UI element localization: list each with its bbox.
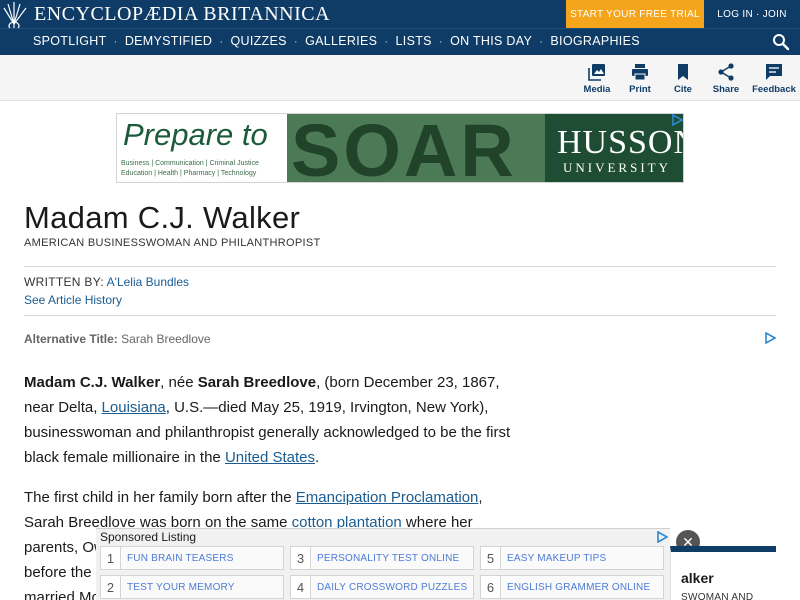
nav-quizzes[interactable]: QUIZZES [225, 34, 291, 48]
sponsored-item-label: ENGLISH GRAMMER ONLINE [507, 581, 651, 593]
cite-label: Cite [674, 84, 692, 95]
alternative-title: Alternative Title: Sarah Breedlove [24, 332, 211, 346]
byline: WRITTEN BY: A'Lelia Bundles [24, 275, 189, 289]
paragraph-text: . [315, 449, 320, 466]
sponsored-item-number: 3 [291, 547, 311, 569]
print-button[interactable]: Print [618, 63, 662, 95]
sponsored-item-number: 2 [101, 576, 121, 598]
ad-program-line: Business | Communication | Criminal Just… [121, 160, 259, 167]
adchoices-icon[interactable] [656, 531, 668, 543]
sponsored-listing-panel: Sponsored Listing 1 FUN BRAIN TEASERS 3 … [96, 528, 670, 600]
free-trial-button[interactable]: START YOUR FREE TRIAL [566, 0, 704, 28]
share-button[interactable]: Share [704, 63, 748, 95]
author-link[interactable]: A'Lelia Bundles [107, 275, 189, 289]
ad-program-line: Education | Health | Pharmacy | Technolo… [121, 170, 257, 177]
feedback-button[interactable]: Feedback [752, 63, 796, 95]
feedback-icon [766, 64, 782, 80]
nav-separator: · [539, 34, 544, 48]
advertisement-banner[interactable]: Prepare to Business | Communication | Cr… [116, 113, 684, 183]
sponsored-item[interactable]: 6 ENGLISH GRAMMER ONLINE [480, 575, 664, 599]
nav-on-this-day[interactable]: ON THIS DAY [445, 34, 537, 48]
page-title: Madam C.J. Walker [24, 200, 301, 235]
adchoices-icon[interactable] [671, 114, 683, 126]
article-paragraph-1: Madam C.J. Walker, née Sarah Breedlove, … [24, 370, 522, 470]
ad-husson-logo: HUSSON [557, 124, 683, 161]
ad-program-list: Business | Communication | Criminal Just… [121, 159, 289, 179]
link-louisiana[interactable]: Louisiana [102, 399, 166, 416]
sponsored-item-label: EASY MAKEUP TIPS [507, 552, 607, 564]
subject-name: Madam C.J. Walker [24, 374, 161, 391]
sponsored-item-label: TEST YOUR MEMORY [127, 581, 235, 593]
login-join-link[interactable]: LOG IN · JOIN [704, 0, 800, 28]
search-icon[interactable] [772, 33, 790, 51]
feedback-label: Feedback [752, 84, 796, 95]
nav-separator: · [384, 34, 389, 48]
share-icon [718, 63, 734, 81]
printer-icon [632, 64, 648, 81]
nav-separator: · [219, 34, 224, 48]
article-history-link[interactable]: See Article History [24, 293, 122, 307]
nav-spotlight[interactable]: SPOTLIGHT [28, 34, 112, 48]
link-united-states[interactable]: United States [225, 449, 315, 466]
media-button[interactable]: Media [575, 63, 619, 95]
adchoices-icon[interactable] [764, 332, 776, 344]
share-label: Share [712, 84, 740, 95]
paragraph-text: The first child in her family born after… [24, 489, 296, 506]
article-toolbar: Media Print Cite Share Feedback [0, 55, 800, 101]
ad-headline: Prepare to [123, 117, 268, 152]
nav-biographies[interactable]: BIOGRAPHIES [545, 34, 644, 48]
sponsored-item-number: 5 [481, 547, 501, 569]
paragraph-text: , née [160, 374, 198, 391]
divider [24, 266, 776, 267]
sponsored-item-number: 4 [291, 576, 311, 598]
page-subtitle: AMERICAN BUSINESSWOMAN AND PHILANTHROPIS… [24, 237, 321, 249]
sponsored-item[interactable]: 5 EASY MAKEUP TIPS [480, 546, 664, 570]
brand-wordmark[interactable]: ENCYCLOPÆDIA BRITANNICA [34, 3, 330, 26]
sponsored-item[interactable]: 2 TEST YOUR MEMORY [100, 575, 284, 599]
nav-separator: · [438, 34, 444, 48]
main-nav: SPOTLIGHT · DEMYSTIFIED · QUIZZES · GALL… [0, 28, 800, 55]
alternative-title-value: Sarah Breedlove [121, 332, 211, 346]
paragraph-text-line: married Mo [24, 589, 100, 600]
sponsored-item[interactable]: 4 DAILY CROSSWORD PUZZLES [290, 575, 474, 599]
nav-separator: · [293, 34, 299, 48]
nav-lists[interactable]: LISTS [391, 34, 437, 48]
sponsored-item-label: FUN BRAIN TEASERS [127, 552, 234, 564]
nav-galleries[interactable]: GALLERIES [300, 34, 382, 48]
divider [24, 315, 776, 316]
ad-soar-word: SOAR [291, 113, 517, 183]
top-header: ENCYCLOPÆDIA BRITANNICA START YOUR FREE … [0, 0, 800, 28]
byline-label: WRITTEN BY: [24, 275, 104, 289]
alternative-title-label: Alternative Title: [24, 332, 118, 346]
sponsored-item[interactable]: 3 PERSONALITY TEST ONLINE [290, 546, 474, 570]
related-topic-card[interactable]: alker SWOMAN AND [670, 546, 776, 600]
link-emancipation-proclamation[interactable]: Emancipation Proclamation [296, 489, 479, 506]
bookmark-icon [678, 64, 688, 80]
sponsored-item-label: DAILY CROSSWORD PUZZLES [317, 581, 468, 593]
nav-separator: · [113, 34, 118, 48]
sponsored-item[interactable]: 1 FUN BRAIN TEASERS [100, 546, 284, 570]
cite-button[interactable]: Cite [661, 63, 705, 95]
sponsored-item-number: 1 [101, 547, 121, 569]
print-label: Print [629, 84, 651, 95]
paragraph-text-line: before the [24, 564, 92, 581]
media-label: Media [583, 84, 611, 95]
sponsored-item-label: PERSONALITY TEST ONLINE [317, 552, 460, 564]
sponsored-item-number: 6 [481, 576, 501, 598]
related-topic-name: alker [681, 570, 714, 586]
nav-demystified[interactable]: DEMYSTIFIED [120, 34, 217, 48]
ad-university-text: UNIVERSITY [563, 160, 671, 175]
birth-name: Sarah Breedlove [197, 374, 317, 391]
related-topic-description: SWOMAN AND [681, 592, 754, 600]
sponsored-title: Sponsored Listing [100, 530, 197, 544]
media-gallery-icon [588, 64, 605, 81]
